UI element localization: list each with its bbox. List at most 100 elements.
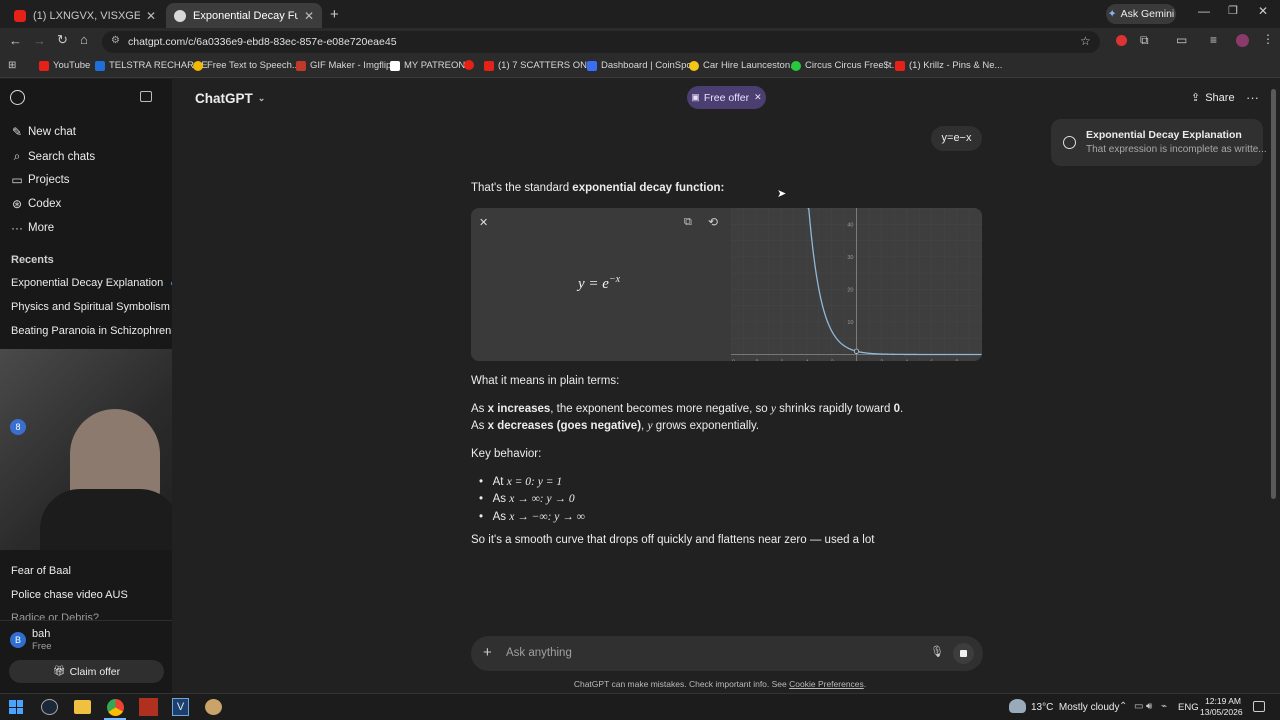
cookie-preferences-link[interactable]: Cookie Preferences [789, 679, 864, 689]
maximize-button[interactable]: ❐ [1228, 4, 1238, 17]
app-icon[interactable] [205, 699, 222, 715]
toast-title: Exponential Decay Explanation [1086, 129, 1242, 141]
avatar[interactable]: B [10, 632, 26, 648]
address-bar[interactable]: ⚙ chatgpt.com/c/6a0336e9-ebd8-83ec-857e-… [102, 31, 1100, 53]
share-button[interactable]: ⇪ Share [1191, 91, 1235, 105]
recent-chat[interactable]: Beating Paranoia in Schizophrenia [11, 325, 180, 337]
bookmark-circus[interactable]: Circus Circus Free$t... [791, 60, 900, 71]
user-name[interactable]: bah [32, 628, 50, 640]
volume-icon[interactable]: 🔊︎ [1146, 701, 1152, 712]
bookmark-unnamed[interactable] [464, 60, 478, 70]
sidebar-item-label: More [28, 222, 55, 234]
bookmark-tts[interactable]: Free Text to Speech... [193, 60, 300, 71]
copy-icon[interactable]: ⧉ [684, 216, 692, 229]
ask-gemini-button[interactable]: ✦ Ask Gemini [1106, 4, 1176, 24]
sidebar-item-new-chat[interactable]: ✎ New chat [10, 125, 76, 139]
tray-chevron-icon[interactable]: ⌃ [1119, 701, 1127, 712]
new-tab-button[interactable]: + [330, 6, 339, 23]
free-offer-badge[interactable]: ▣ Free offer ✕ [687, 86, 766, 109]
chrome-icon[interactable] [107, 699, 124, 716]
close-icon[interactable]: ✕ [754, 92, 762, 103]
home-icon[interactable]: ⌂ [80, 32, 88, 47]
model-selector[interactable]: ChatGPT ⌄ [195, 91, 265, 106]
microphone-icon[interactable]: 🎙︎ [930, 645, 944, 658]
language-indicator[interactable]: ENG [1178, 702, 1199, 713]
weather-text[interactable]: 13°C Mostly cloudy [1031, 702, 1119, 713]
bookmark-youtube[interactable]: YouTube [39, 60, 90, 71]
extension-red-icon[interactable] [1116, 35, 1127, 46]
search-icon: ⌕ [13, 149, 21, 163]
assistant-intro: That's the standard exponential decay fu… [471, 182, 724, 194]
stop-icon [960, 650, 967, 657]
stop-button[interactable] [953, 643, 974, 664]
vegas-icon[interactable]: V [172, 698, 189, 716]
forward-icon[interactable]: → [33, 33, 46, 48]
chevron-down-icon: ⌄ [257, 93, 266, 103]
bluetooth-icon[interactable]: ⌁ [1161, 701, 1167, 712]
bookmark-star-icon[interactable]: ☆ [1080, 34, 1091, 48]
composer[interactable]: + Ask anything 🎙︎ [471, 636, 983, 671]
new-chat-icon: ✎ [11, 125, 23, 139]
gift-icon: 🎁︎ [52, 666, 66, 677]
notification-toast[interactable]: Exponential Decay Explanation That expre… [1051, 119, 1267, 166]
close-window-button[interactable]: ✕ [1258, 4, 1268, 18]
sidebar-item-more[interactable]: ··· More [10, 221, 54, 235]
mouse-cursor-icon: ➤ [777, 188, 787, 200]
scrollbar-thumb[interactable] [1271, 89, 1276, 499]
site-info-icon[interactable]: ⚙ [111, 35, 120, 46]
windows-start-icon[interactable] [9, 700, 23, 714]
sidebar-item-codex[interactable]: ⊛ Codex [10, 197, 61, 211]
desmos-icon[interactable]: ⟲ [708, 215, 718, 229]
chat-input[interactable]: Ask anything [506, 647, 572, 659]
close-tab-icon[interactable]: ✕ [304, 9, 314, 23]
media-icon[interactable]: ≡ [1210, 33, 1217, 47]
close-tab-icon[interactable]: ✕ [146, 9, 156, 23]
sidebar-item-projects[interactable]: ▭ Projects [10, 173, 69, 187]
plus-icon[interactable]: + [483, 644, 492, 661]
steam-icon[interactable] [41, 699, 58, 715]
recent-chat[interactable]: Fear of Baal [11, 565, 71, 577]
formula-display: y = e−x [578, 274, 620, 293]
profile-avatar[interactable] [1236, 34, 1249, 47]
browser-menu-icon[interactable]: ⋮ [1262, 32, 1274, 46]
network-icon[interactable]: ▭ [1134, 701, 1143, 712]
close-widget-icon[interactable]: ✕ [479, 216, 488, 229]
recent-chat-active[interactable]: Exponential Decay Explanation [11, 277, 177, 289]
cast-icon[interactable]: ▭ [1176, 33, 1187, 47]
bookmark-patreon[interactable]: MY PATREON [390, 60, 465, 71]
recent-chat[interactable]: Police chase video AUS [11, 589, 128, 601]
extensions-icon[interactable]: ⧉ [1140, 33, 1149, 48]
recorder-app-icon[interactable] [139, 698, 158, 716]
sidebar-toggle-icon[interactable] [140, 91, 152, 102]
recent-chat[interactable]: Radice or Debris? [11, 612, 99, 620]
text: x increases [487, 403, 551, 415]
bookmark-krillz[interactable]: (1) Krillz - Pins & Ne... [895, 60, 1002, 71]
tab-youtube[interactable]: (1) LXNGVX, VISXGE - DNA (EX ✕ [6, 3, 164, 28]
file-explorer-icon[interactable] [74, 700, 91, 714]
bookmark-scatters[interactable]: (1) 7 SCATTERS ON... [484, 60, 595, 71]
sidebar-item-search[interactable]: ⌕ Search chats [10, 149, 96, 164]
more-options-icon[interactable]: ··· [1246, 90, 1259, 105]
claim-offer-label: Claim offer [69, 665, 121, 678]
clock-time[interactable]: 12:19 AM [1203, 696, 1241, 706]
clock-date[interactable]: 13/05/2026 [1200, 707, 1243, 717]
back-icon[interactable]: ← [9, 33, 22, 48]
tab-exponential-decay[interactable]: Exponential Decay Function ✕ [166, 3, 322, 28]
bookmark-coinspot[interactable]: Dashboard | CoinSpot [587, 60, 694, 71]
bookmark-telstra[interactable]: TELSTRA RECHARGE [95, 60, 208, 71]
model-name: ChatGPT [195, 91, 253, 106]
weather-cloud-icon [1009, 699, 1026, 713]
bookmark-car-hire[interactable]: Car Hire Launceston... [689, 60, 798, 71]
text: x decreases (goes negative) [487, 420, 642, 432]
bookmark-imgflip[interactable]: GIF Maker - Imgflip [296, 60, 391, 71]
notification-icon[interactable] [1253, 701, 1265, 712]
minimize-button[interactable]: — [1198, 4, 1210, 18]
openai-logo-icon[interactable] [10, 90, 25, 105]
reload-icon[interactable]: ↻ [57, 32, 68, 48]
claim-offer-button[interactable]: 🎁︎ Claim offer [9, 660, 164, 683]
recent-chat[interactable]: Physics and Spiritual Symbolism [11, 301, 170, 313]
folder-icon: ▭ [11, 173, 23, 187]
apps-grid-icon[interactable]: ⊞ [8, 60, 16, 71]
exponential-graph[interactable]: -10 -8 -6 -4 -2 2 4 6 8 10 20 30 40 [731, 208, 982, 361]
x-tick-label: -2 [829, 359, 834, 361]
